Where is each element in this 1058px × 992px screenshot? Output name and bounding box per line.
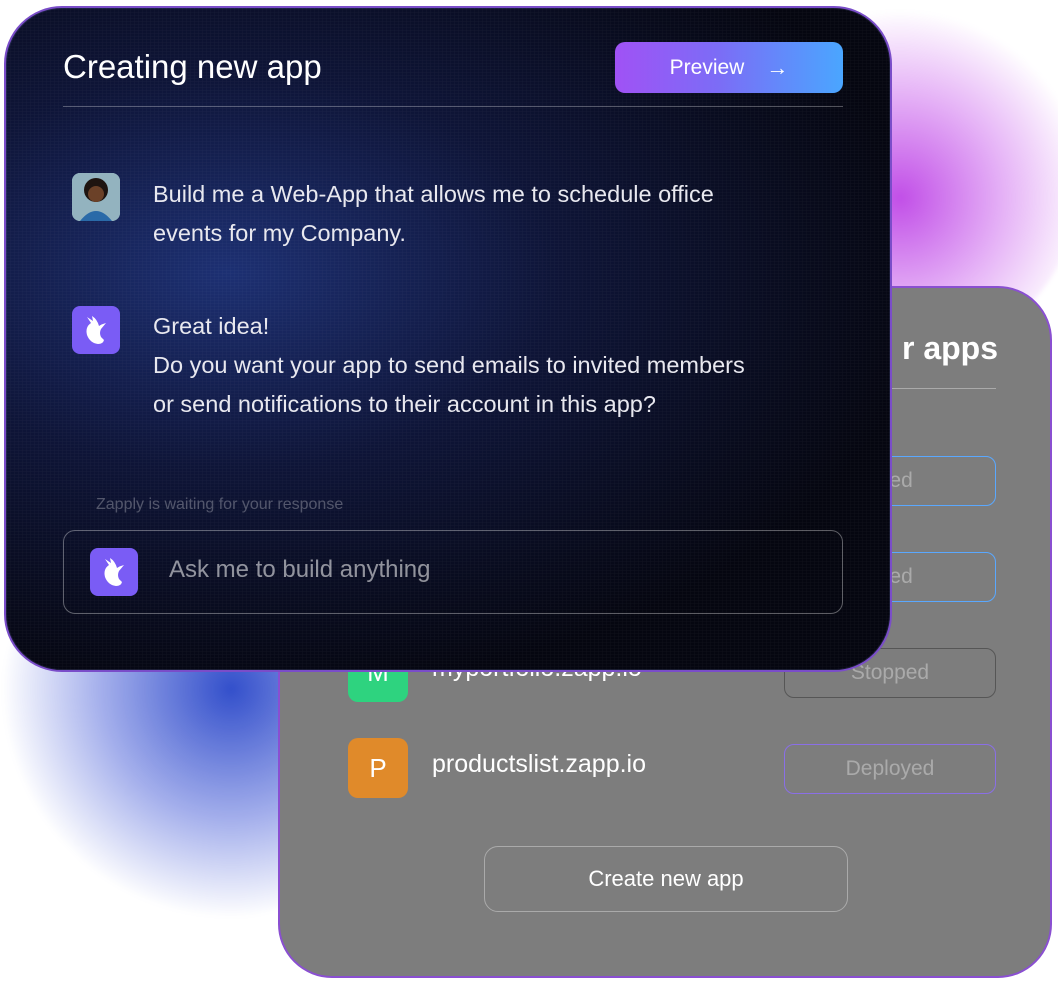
- status-badge: Deployed: [784, 744, 996, 794]
- app-row[interactable]: P productslist.zapp.io Deployed: [348, 738, 996, 798]
- message-line: events for my Company.: [153, 220, 406, 246]
- user-avatar: [72, 173, 120, 221]
- header-divider: [63, 106, 843, 107]
- arrow-right-icon: →: [766, 54, 789, 80]
- message-line: Build me a Web-App that allows me to sch…: [153, 181, 714, 207]
- user-message: Build me a Web-App that allows me to sch…: [153, 175, 833, 253]
- create-new-app-button[interactable]: Create new app: [484, 846, 848, 912]
- bot-logo-icon: [90, 548, 138, 596]
- bot-message: Great idea! Do you want your app to send…: [153, 307, 853, 424]
- preview-label: Preview: [669, 55, 745, 79]
- app-name[interactable]: productslist.zapp.io: [432, 750, 646, 779]
- bot-avatar-icon: [72, 306, 120, 354]
- preview-button[interactable]: Preview →: [615, 42, 843, 93]
- message-line: or send notifications to their account i…: [153, 391, 656, 417]
- page-title: Creating new app: [63, 48, 322, 85]
- app-avatar: P: [348, 738, 408, 798]
- waiting-status: Zapply is waiting for your response: [96, 496, 344, 513]
- input-placeholder[interactable]: Ask me to build anything: [169, 556, 430, 584]
- message-line: Do you want your app to send emails to i…: [153, 352, 745, 378]
- message-line: Great idea!: [153, 313, 270, 339]
